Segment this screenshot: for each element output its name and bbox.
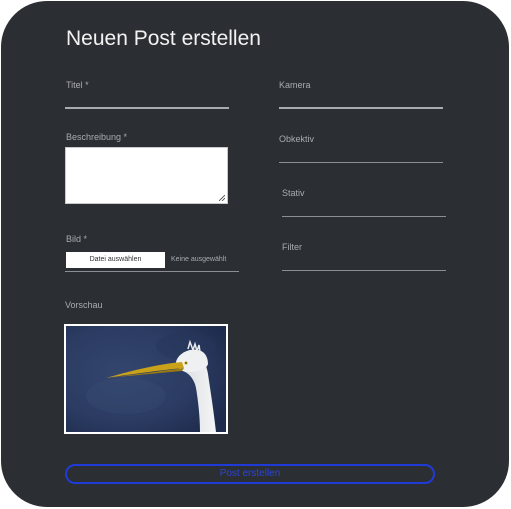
- preview-label: Vorschau: [65, 300, 103, 310]
- description-field-label: Beschreibung *: [66, 132, 128, 142]
- file-input-underline: [65, 271, 239, 272]
- file-status-text: Keine ausgewählt: [171, 256, 227, 263]
- page-title: Neuen Post erstellen: [66, 27, 261, 50]
- resize-grip-icon[interactable]: [219, 195, 225, 201]
- lens-input[interactable]: [279, 162, 443, 163]
- lens-field-label: Obkektiv: [279, 134, 315, 144]
- filter-input[interactable]: [282, 270, 446, 271]
- create-post-button[interactable]: Post erstellen: [65, 464, 435, 484]
- title-field-label: Titel *: [66, 80, 89, 90]
- tripod-field-label: Stativ: [282, 188, 305, 198]
- heron-photo: [66, 326, 226, 432]
- camera-input[interactable]: [279, 107, 443, 109]
- title-input[interactable]: [65, 107, 229, 109]
- choose-file-button[interactable]: Datei auswählen: [66, 252, 165, 268]
- filter-field-label: Filter: [282, 242, 302, 252]
- image-preview: [64, 324, 228, 434]
- image-field-label: Bild *: [66, 234, 88, 244]
- camera-field-label: Kamera: [279, 80, 311, 90]
- tripod-input[interactable]: [282, 216, 446, 217]
- description-textarea[interactable]: [65, 147, 228, 204]
- create-post-panel: Neuen Post erstellen Titel * Beschreibun…: [1, 1, 509, 507]
